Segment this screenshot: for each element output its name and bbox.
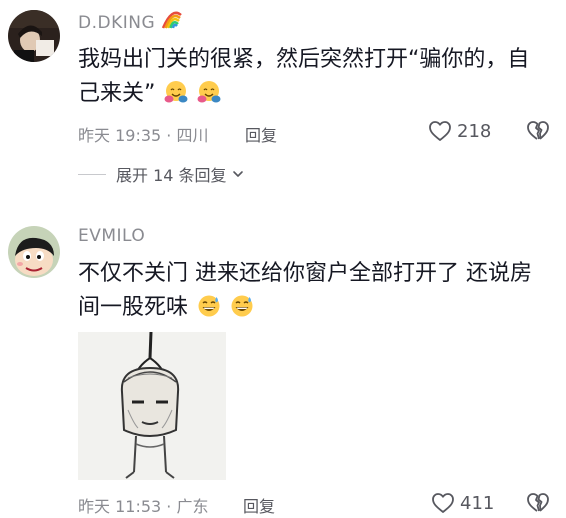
comment-text-content: 不仅不关门 进来还给你窗户全部打开了 还说房间一股死味 — [78, 261, 532, 320]
hugging-face-icon — [164, 81, 188, 103]
reply-button[interactable]: 回复 — [245, 122, 277, 146]
hugging-face-icon — [197, 81, 221, 103]
expand-replies-button[interactable]: 展开 14 条回复 — [78, 162, 245, 186]
grinning-sweat-face-icon — [198, 295, 220, 317]
divider — [78, 173, 106, 175]
avatar[interactable] — [8, 226, 60, 278]
comment-time-location: 昨天 11:53 · 广东 — [78, 497, 209, 516]
heart-icon — [429, 121, 451, 141]
comment-text: 我妈出门关的很紧，然后突然打开“骗你的，自己来关” — [78, 43, 548, 111]
avatar[interactable] — [8, 10, 60, 62]
sticker-image[interactable] — [78, 331, 226, 480]
broken-heart-icon — [527, 121, 549, 140]
like-button[interactable]: 218 — [428, 120, 491, 142]
like-count: 411 — [460, 492, 495, 514]
rainbow-icon — [161, 11, 182, 29]
heart-icon — [432, 493, 454, 513]
username[interactable]: D.DKING — [78, 11, 183, 33]
comment-item: D.DKING 我妈出门关的很紧，然后突然打开“骗你的，自己来关” 昨天 19:… — [0, 0, 566, 205]
comment-text: 不仅不关门 进来还给你窗户全部打开了 还说房间一股死味 — [78, 257, 548, 325]
chevron-down-icon — [232, 171, 243, 177]
reply-button[interactable]: 回复 — [243, 493, 275, 517]
like-button[interactable]: 411 — [431, 492, 494, 514]
expand-replies-label: 展开 14 条回复 — [116, 166, 227, 185]
grinning-sweat-face-icon — [231, 295, 253, 317]
username[interactable]: EVMILO — [78, 226, 145, 246]
comment-item: EVMILO 不仅不关门 进来还给你窗户全部打开了 还说房间一股死味 昨天 11… — [0, 206, 566, 517]
like-count: 218 — [457, 120, 492, 142]
dislike-button[interactable] — [526, 120, 550, 146]
comment-time-location: 昨天 19:35 · 四川 — [78, 126, 209, 145]
dislike-button[interactable] — [526, 492, 550, 518]
broken-heart-icon — [527, 493, 549, 512]
username-text: D.DKING — [78, 13, 156, 33]
comment-text-content: 我妈出门关的很紧，然后突然打开“骗你的，自己来关” — [78, 47, 530, 106]
